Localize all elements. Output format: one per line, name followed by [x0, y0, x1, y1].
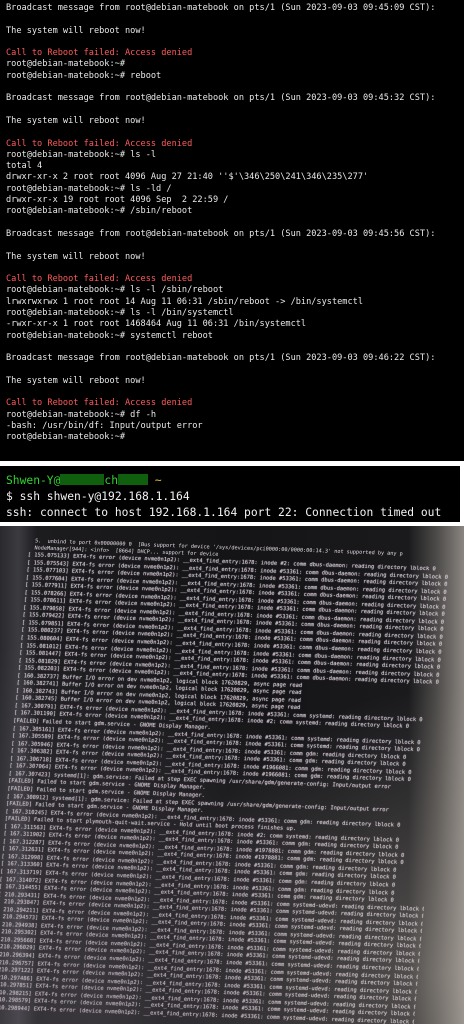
terminal-line: drwxr-xr-x 19 root root 4096 Sep 2 22:59… — [6, 195, 229, 206]
terminal-line: root@debian-matebook:~# reboot — [6, 70, 162, 81]
terminal-line: Broadcast message from root@debian-mateb… — [6, 228, 436, 239]
terminal-line: The system will reboot now! — [6, 251, 146, 262]
terminal-line: root@debian-matebook:~# ls -l /sbin/rebo… — [6, 285, 224, 296]
terminal-line: root@debian-matebook:~# df -h — [6, 409, 157, 420]
terminal-line: root@debian-matebook:~# systemctl reboot — [6, 330, 213, 341]
root-terminal-window[interactable]: Broadcast message from root@debian-mateb… — [0, 0, 464, 461]
terminal-line: The system will reboot now! — [6, 115, 146, 126]
terminal-line: root@debian-matebook:~# — [6, 432, 125, 443]
terminal-line: The system will reboot now! — [6, 25, 146, 36]
terminal-line: root@debian-matebook:~# — [6, 59, 125, 70]
terminal-line: lrwxrwxrwx 1 root root 14 Aug 11 06:31 /… — [6, 296, 363, 307]
prompt-host-fragment: ch — [104, 474, 119, 487]
terminal-line: root@debian-matebook:~# ls -l — [6, 149, 157, 160]
kernel-error-log: [ 155.075133] EXT4-fs error (device nvme… — [0, 552, 454, 1024]
redacted-hostname-block — [118, 474, 149, 485]
terminal-line: root@debian-matebook:~# ls -ld / — [6, 183, 172, 194]
terminal-line: drwxr-xr-x 2 root root 4096 Aug 27 21:40… — [6, 172, 369, 183]
ssh-error-output: ssh: connect to host 192.168.1.164 port … — [6, 506, 442, 519]
ssh-terminal-window[interactable]: Shwen-Y@ ch ~ $ ssh shwen-y@192.168.1.164… — [0, 466, 464, 522]
terminal-error-line: Call to Reboot failed: Access denied — [6, 398, 193, 409]
terminal-error-line: Call to Reboot failed: Access denied — [6, 274, 193, 285]
ssh-prompt-line: Shwen-Y@ ch ~ — [6, 473, 460, 489]
ssh-command-line: $ ssh shwen-y@192.168.1.164 — [6, 490, 190, 503]
terminal-line: root@debian-matebook:~# /sbin/reboot — [6, 206, 193, 217]
terminal-line: Broadcast message from root@debian-mateb… — [6, 353, 436, 364]
prompt-cwd: ~ — [154, 474, 162, 487]
terminal-line: The system will reboot now! — [6, 375, 146, 386]
console-photo: 5. unbind to port 0x00000000 0 [Bus supp… — [0, 526, 464, 1024]
terminal-line: Broadcast message from root@debian-mateb… — [6, 3, 436, 13]
redacted-hostname-block — [60, 474, 105, 485]
terminal-line: root@debian-matebook:~# ls -l /bin/syste… — [6, 308, 234, 319]
laptop-screen: 5. unbind to port 0x00000000 0 [Bus supp… — [0, 538, 455, 1024]
terminal-line: -rwxr-xr-x 1 root root 1468464 Aug 11 06… — [6, 319, 307, 330]
terminal-line: total 4 — [6, 161, 43, 172]
root-terminal-output: Broadcast message from root@debian-mateb… — [0, 0, 464, 444]
terminal-line: -bash: /usr/bin/df: Input/output error — [6, 420, 203, 431]
terminal-error-line: Call to Reboot failed: Access denied — [6, 138, 193, 149]
terminal-error-line: Call to Reboot failed: Access denied — [6, 48, 193, 59]
terminal-line: Broadcast message from root@debian-mateb… — [6, 93, 436, 104]
prompt-user: Shwen-Y@ — [6, 474, 61, 487]
